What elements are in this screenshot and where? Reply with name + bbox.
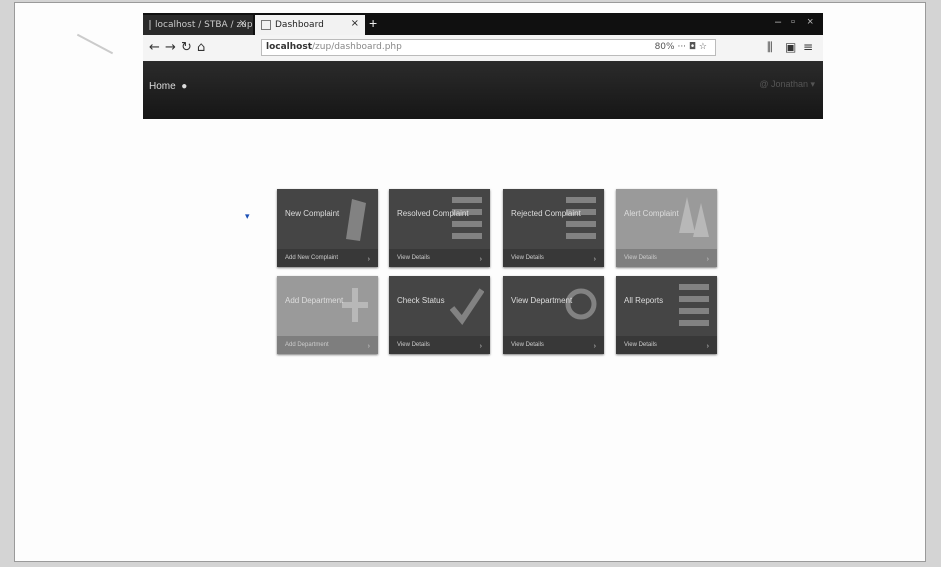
- arrow-right-icon: ›: [706, 343, 709, 350]
- address-bar[interactable]: localhost/zup/dashboard.php 80% ··· ◘ ☆: [261, 39, 716, 56]
- favicon-icon: [261, 20, 271, 30]
- tab-bar: localhost / STBA / zup.ph × Dashboard × …: [143, 13, 823, 35]
- page-actions-icon[interactable]: ···: [677, 42, 686, 52]
- screenshot-frame: localhost / STBA / zup.ph × Dashboard × …: [14, 2, 926, 562]
- close-tab-icon[interactable]: ×: [239, 18, 247, 29]
- tile-title: View Department: [511, 296, 573, 305]
- url-actions: 80% ··· ◘ ☆: [655, 40, 707, 55]
- dashboard-tile[interactable]: View Department View Details ›: [503, 276, 604, 354]
- plus-icon: [342, 288, 368, 322]
- tile-title: Rejected Complaint: [511, 209, 581, 218]
- tile-footer-label: Add New Complaint: [285, 255, 339, 261]
- check-icon: [450, 288, 484, 326]
- library-icon[interactable]: ⫼: [767, 40, 773, 55]
- arrow-right-icon: ›: [479, 256, 482, 263]
- dashboard-tile[interactable]: Add Department Add Department ›: [277, 276, 378, 354]
- list-icon: [679, 284, 709, 326]
- home-link[interactable]: Home ●: [149, 81, 187, 92]
- tab-dashboard[interactable]: Dashboard ×: [255, 15, 365, 35]
- tile-footer-label: View Details: [624, 342, 657, 348]
- photo-glare: [76, 33, 114, 55]
- arrow-right-icon: ›: [479, 343, 482, 350]
- arrow-right-icon: ›: [593, 343, 596, 350]
- list-icon: [566, 197, 596, 239]
- arrow-right-icon: ›: [706, 256, 709, 263]
- maximize-icon[interactable]: ▫: [791, 16, 795, 28]
- tile-footer-link[interactable]: View Details: [389, 249, 490, 267]
- navigation-bar: ← → ↻ ⌂ localhost/zup/dashboard.php 80% …: [143, 35, 823, 62]
- tile-footer-label: View Details: [397, 255, 430, 261]
- tile-footer-label: View Details: [511, 255, 544, 261]
- close-tab-icon[interactable]: ×: [351, 18, 359, 29]
- tile-title: Check Status: [397, 296, 445, 305]
- arrow-right-icon: ›: [593, 256, 596, 263]
- tile-title: All Reports: [624, 296, 664, 305]
- tile-footer-link[interactable]: View Details: [389, 336, 490, 354]
- zoom-level[interactable]: 80%: [655, 42, 675, 52]
- mouse-cursor-icon: ▾: [245, 211, 250, 221]
- minimize-icon[interactable]: –: [775, 16, 781, 28]
- tab-phpmyadmin[interactable]: localhost / STBA / zup.ph ×: [143, 15, 253, 35]
- tile-footer-link[interactable]: Add Department: [277, 336, 378, 354]
- tile-footer-label: View Details: [624, 255, 657, 261]
- home-icon[interactable]: ⌂: [197, 40, 205, 55]
- url-host: localhost: [266, 42, 313, 52]
- dashboard-tile[interactable]: Resolved Complaint View Details ›: [389, 189, 490, 267]
- new-tab-button[interactable]: +: [369, 15, 377, 31]
- dashboard-tile[interactable]: Check Status View Details ›: [389, 276, 490, 354]
- favicon-icon: [149, 20, 151, 30]
- tile-title: New Complaint: [285, 209, 340, 218]
- tile-title: Resolved Complaint: [397, 209, 469, 218]
- window-close-icon[interactable]: ×: [807, 16, 813, 28]
- badge-icon: [565, 288, 597, 320]
- list-icon: [452, 197, 482, 239]
- arrow-right-icon: ›: [367, 256, 370, 263]
- pocket-icon[interactable]: ◘: [689, 42, 696, 52]
- tile-title: Alert Complaint: [624, 209, 679, 218]
- reload-icon[interactable]: ↻: [181, 40, 192, 55]
- home-label: Home: [149, 81, 176, 92]
- dashboard-tile[interactable]: Rejected Complaint View Details ›: [503, 189, 604, 267]
- dashboard-tile[interactable]: Alert Complaint View Details ›: [616, 189, 717, 267]
- home-nav-icon: ●: [178, 81, 188, 92]
- url-path: /zup/dashboard.php: [312, 42, 402, 52]
- dashboard-tiles: New Complaint Add New Complaint › Resolved …: [277, 189, 722, 359]
- pen-icon: [346, 199, 366, 241]
- tile-title: Add Department: [285, 296, 344, 305]
- tile-footer-link[interactable]: Add New Complaint: [277, 249, 378, 267]
- tile-footer-link[interactable]: View Details: [616, 249, 717, 267]
- sidebar-icon[interactable]: ▣: [785, 40, 796, 54]
- browser-window: localhost / STBA / zup.ph × Dashboard × …: [143, 13, 823, 121]
- tile-footer-link[interactable]: View Details: [503, 336, 604, 354]
- tile-footer-label: View Details: [511, 342, 544, 348]
- tab-label: Dashboard: [275, 20, 324, 30]
- bookmark-star-icon[interactable]: ☆: [699, 42, 707, 52]
- arrow-right-icon: ›: [367, 343, 370, 350]
- forward-icon[interactable]: →: [165, 40, 176, 55]
- app-header: Home ● @ Jonathan ▾: [143, 61, 823, 119]
- dashboard-tile[interactable]: All Reports View Details ›: [616, 276, 717, 354]
- tile-footer-link[interactable]: View Details: [503, 249, 604, 267]
- tile-footer-link[interactable]: View Details: [616, 336, 717, 354]
- back-icon[interactable]: ←: [149, 40, 160, 55]
- dashboard-tile[interactable]: New Complaint Add New Complaint ›: [277, 189, 378, 267]
- menu-icon[interactable]: ≡: [803, 40, 813, 54]
- user-menu[interactable]: @ Jonathan ▾: [759, 79, 815, 90]
- tree-icon: [679, 197, 709, 237]
- tile-footer-label: View Details: [397, 342, 430, 348]
- tile-footer-label: Add Department: [285, 342, 329, 348]
